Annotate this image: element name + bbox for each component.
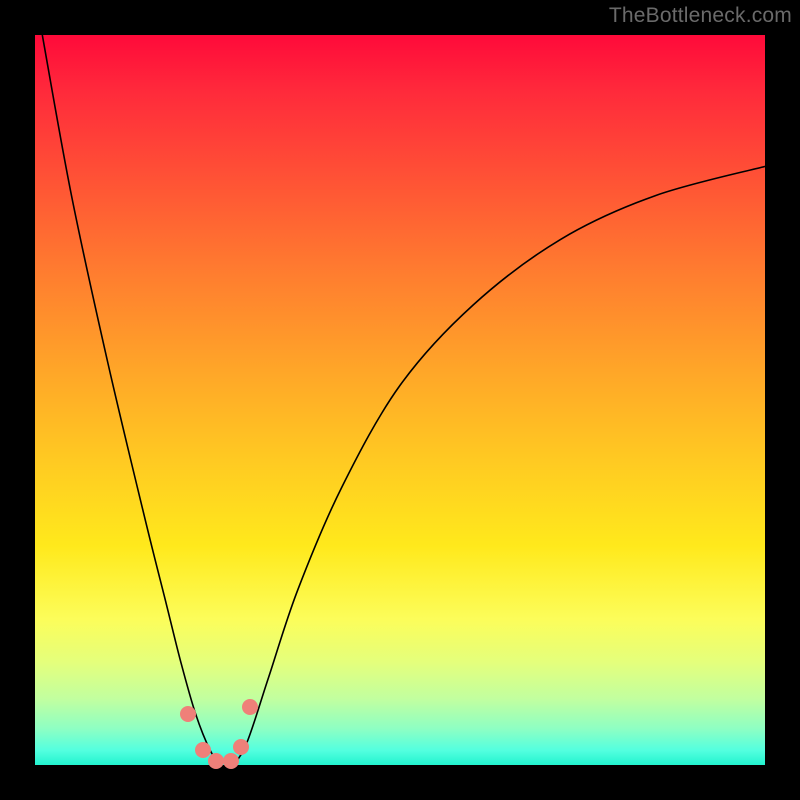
chart-frame: TheBottleneck.com [0, 0, 800, 800]
watermark-text: TheBottleneck.com [609, 4, 792, 28]
data-marker [233, 739, 249, 755]
curve-path [42, 35, 765, 765]
data-marker [208, 753, 224, 769]
bottleneck-curve [35, 35, 765, 765]
plot-area [35, 35, 765, 765]
data-marker [242, 699, 258, 715]
data-marker [223, 753, 239, 769]
